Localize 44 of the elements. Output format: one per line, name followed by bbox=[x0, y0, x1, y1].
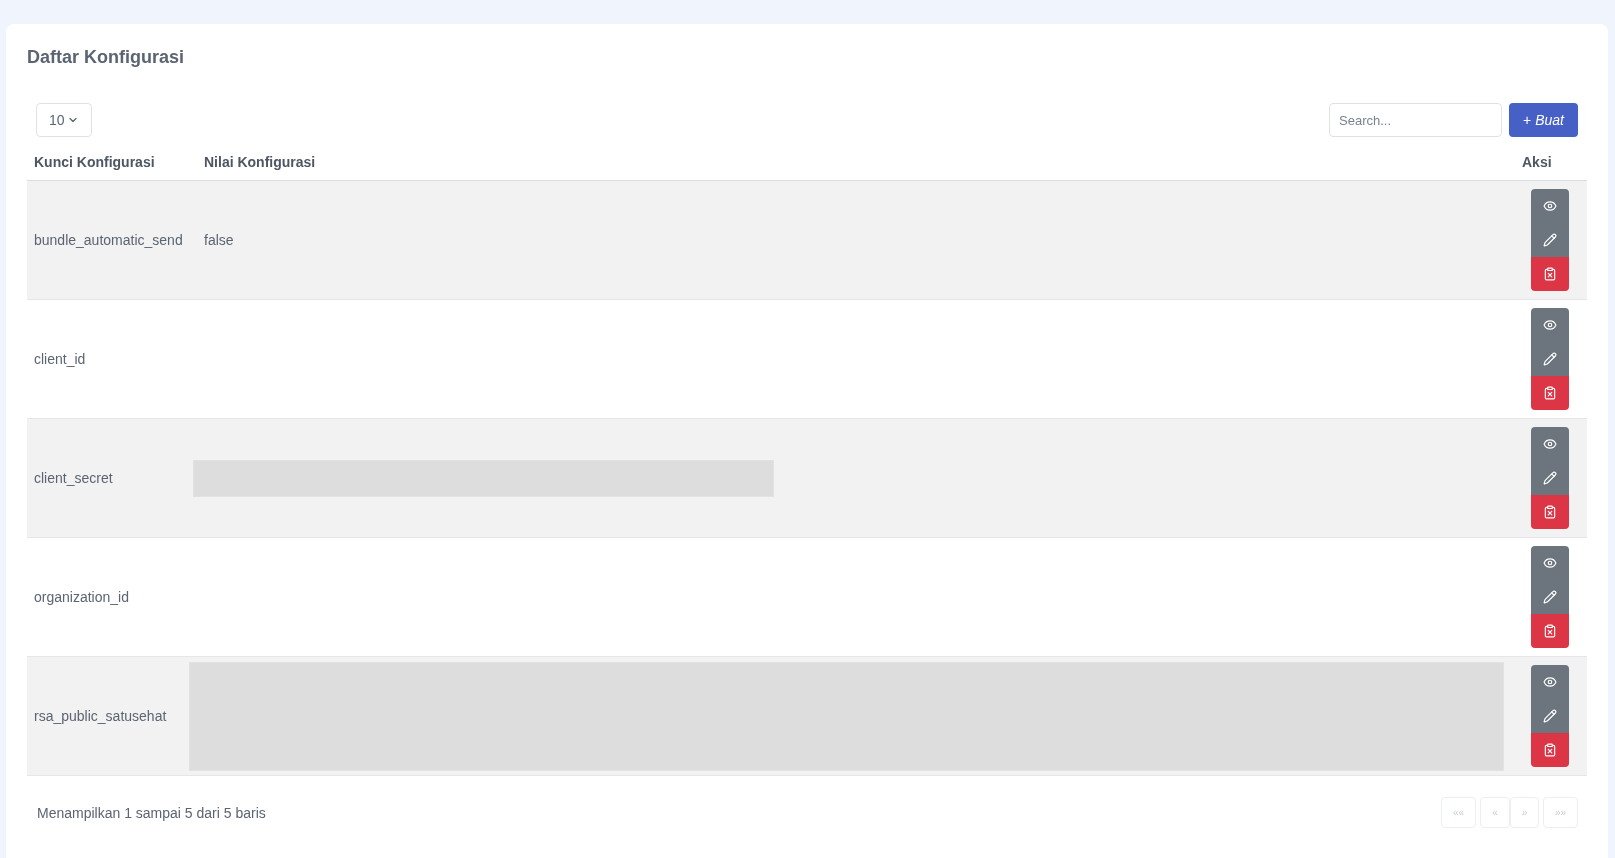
column-header: Nilai Konfigurasi bbox=[203, 153, 316, 172]
config-value: false bbox=[204, 232, 234, 248]
config-key: client_secret bbox=[27, 470, 113, 486]
view-button[interactable] bbox=[1530, 308, 1569, 342]
view-button[interactable] bbox=[1530, 665, 1569, 699]
pencil-icon bbox=[1542, 709, 1557, 723]
edit-button[interactable] bbox=[1530, 580, 1569, 614]
config-key: bundle_automatic_send bbox=[27, 232, 183, 248]
config-key: rsa_public_satusehat bbox=[27, 708, 167, 724]
card-title: Daftar Konfigurasi bbox=[27, 46, 185, 69]
eye-icon bbox=[1542, 675, 1557, 689]
eye-icon bbox=[1542, 199, 1557, 213]
eye-icon bbox=[1542, 318, 1557, 332]
delete-button[interactable] bbox=[1530, 376, 1569, 410]
page-size-select[interactable]: 10 bbox=[36, 103, 92, 137]
clipboard-x-icon bbox=[1542, 743, 1557, 757]
column-header: Aksi bbox=[1521, 153, 1552, 172]
view-button[interactable] bbox=[1530, 546, 1569, 580]
edit-button[interactable] bbox=[1530, 699, 1569, 733]
clipboard-x-icon bbox=[1542, 624, 1557, 638]
clipboard-x-icon bbox=[1542, 386, 1557, 400]
clipboard-x-icon bbox=[1542, 267, 1557, 281]
pencil-icon bbox=[1542, 471, 1557, 485]
eye-icon bbox=[1542, 556, 1557, 570]
pencil-icon bbox=[1542, 352, 1557, 366]
column-header: Kunci Konfigurasi bbox=[33, 153, 155, 172]
create-button[interactable]: + Buat bbox=[1509, 103, 1578, 137]
edit-button[interactable] bbox=[1530, 342, 1569, 376]
clipboard-x-icon bbox=[1542, 505, 1557, 519]
edit-button[interactable] bbox=[1530, 461, 1569, 495]
eye-icon bbox=[1542, 437, 1557, 451]
delete-button[interactable] bbox=[1530, 733, 1569, 767]
view-button[interactable] bbox=[1530, 427, 1569, 461]
table-summary: Menampilkan 1 sampai 5 dari 5 baris bbox=[37, 804, 266, 821]
delete-button[interactable] bbox=[1530, 495, 1569, 529]
search-field[interactable]: Search... bbox=[1329, 103, 1502, 137]
pencil-icon bbox=[1542, 233, 1557, 247]
pencil-icon bbox=[1542, 590, 1557, 604]
config-key: client_id bbox=[27, 351, 86, 367]
delete-button[interactable] bbox=[1530, 257, 1569, 291]
delete-button[interactable] bbox=[1530, 614, 1569, 648]
edit-button[interactable] bbox=[1530, 223, 1569, 257]
view-button[interactable] bbox=[1530, 189, 1569, 223]
config-key: organization_id bbox=[27, 589, 129, 605]
